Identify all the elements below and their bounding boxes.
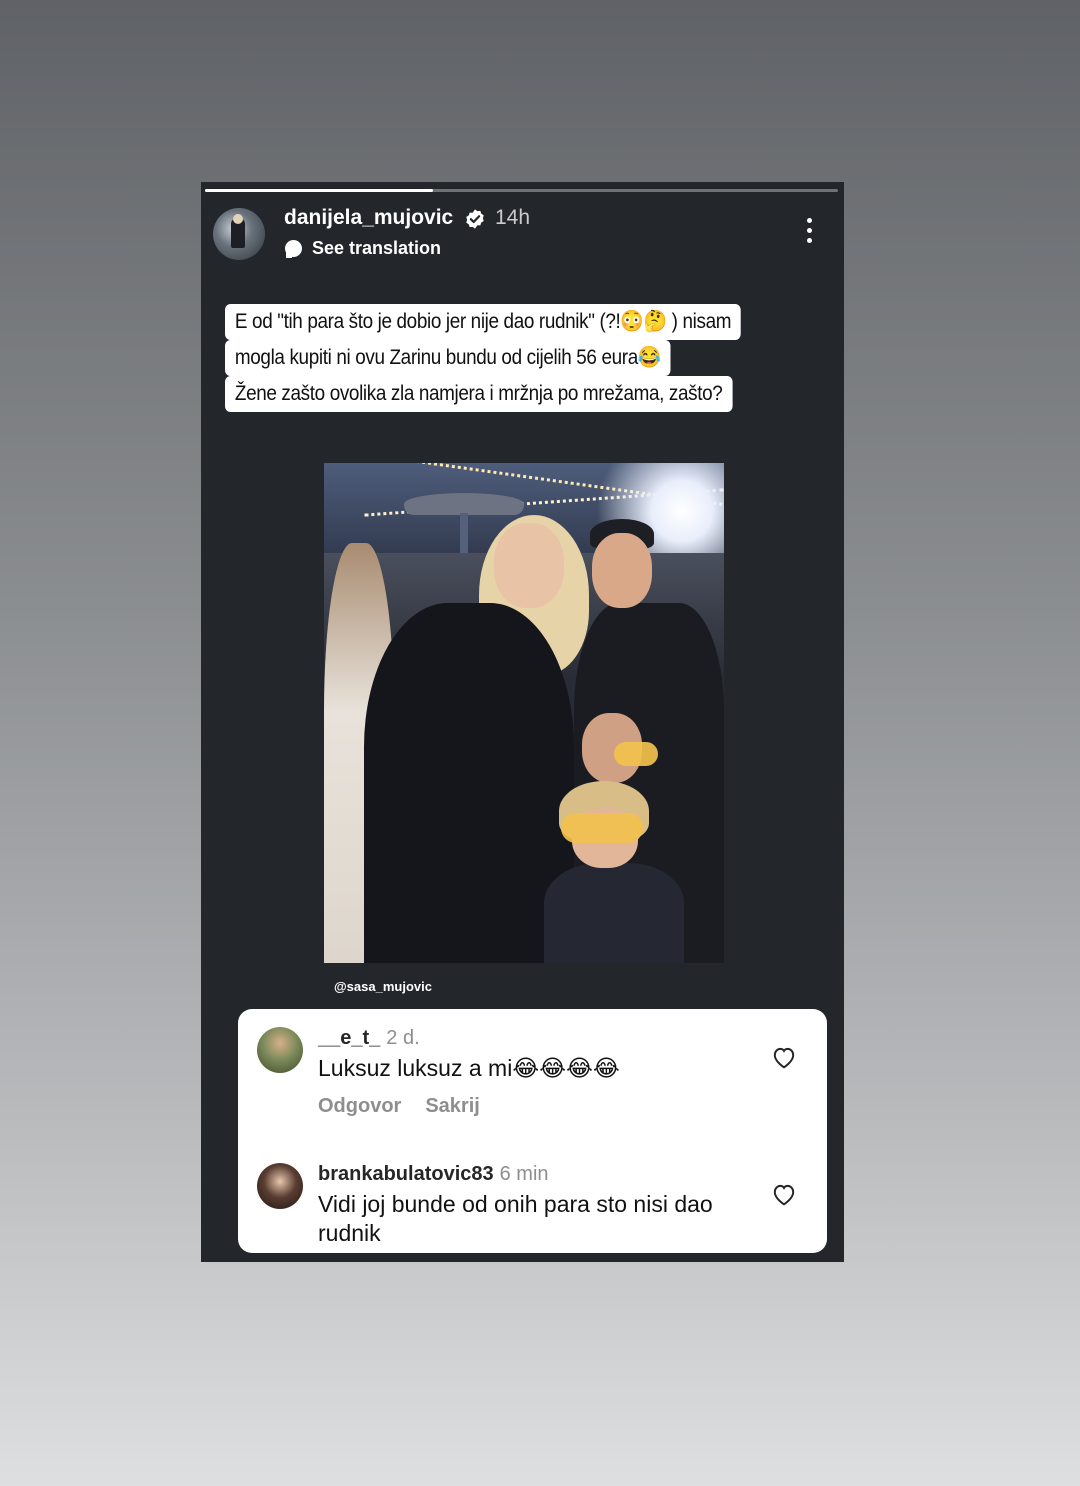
- comment-text: Vidi joj bunde od onih para sto nisi dao…: [318, 1191, 713, 1246]
- hide-button[interactable]: Sakrij: [425, 1095, 479, 1118]
- story-photo: [324, 463, 724, 963]
- caption-line: E od "tih para što je dobio jer nije dao…: [225, 304, 742, 340]
- comment-time: 6 min: [499, 1163, 549, 1185]
- verified-badge-icon: [466, 209, 484, 229]
- speech-bubble-icon: [285, 240, 302, 258]
- commenter-avatar[interactable]: [257, 1027, 303, 1073]
- comments-card: __e_t_ 2 d. Luksuz luksuz a mi😂😂😂😂 Odgovo…: [238, 1009, 827, 1253]
- heart-outline-icon[interactable]: [771, 1045, 797, 1069]
- heart-outline-icon[interactable]: [771, 1182, 797, 1206]
- commenter-avatar[interactable]: [257, 1163, 303, 1209]
- story-progress-fill: [205, 189, 433, 192]
- story-progress-bar: [205, 189, 838, 192]
- commenter-username[interactable]: brankabulatovic83: [318, 1163, 494, 1185]
- story-author-username[interactable]: danijela_mujovic: [284, 206, 453, 230]
- photo-mention-tag[interactable]: @sasa_mujovic: [334, 979, 432, 994]
- caption-line: Žene zašto ovolika zla namjera i mržnja …: [225, 376, 733, 412]
- face-blur-sticker: [561, 813, 643, 843]
- comment-time: 2 d.: [386, 1027, 420, 1049]
- commenter-username[interactable]: __e_t_: [318, 1027, 380, 1049]
- see-translation-label: See translation: [312, 238, 442, 258]
- story-author-avatar[interactable]: [213, 208, 265, 260]
- see-translation-link[interactable]: See translation: [285, 238, 441, 259]
- story-viewer[interactable]: danijela_mujovic 14h See translation E o…: [201, 182, 844, 1262]
- caption-line: mogla kupiti ni ovu Zarinu bundu od cije…: [225, 340, 671, 376]
- story-caption: E od "tih para što je dobio jer nije dao…: [225, 304, 798, 412]
- more-vertical-icon[interactable]: [801, 218, 817, 246]
- comment-text: Luksuz luksuz a mi😂😂😂😂: [318, 1055, 620, 1081]
- story-timestamp: 14h: [495, 206, 531, 229]
- face-blur-sticker: [614, 742, 658, 766]
- reply-button[interactable]: Odgovor: [318, 1095, 401, 1118]
